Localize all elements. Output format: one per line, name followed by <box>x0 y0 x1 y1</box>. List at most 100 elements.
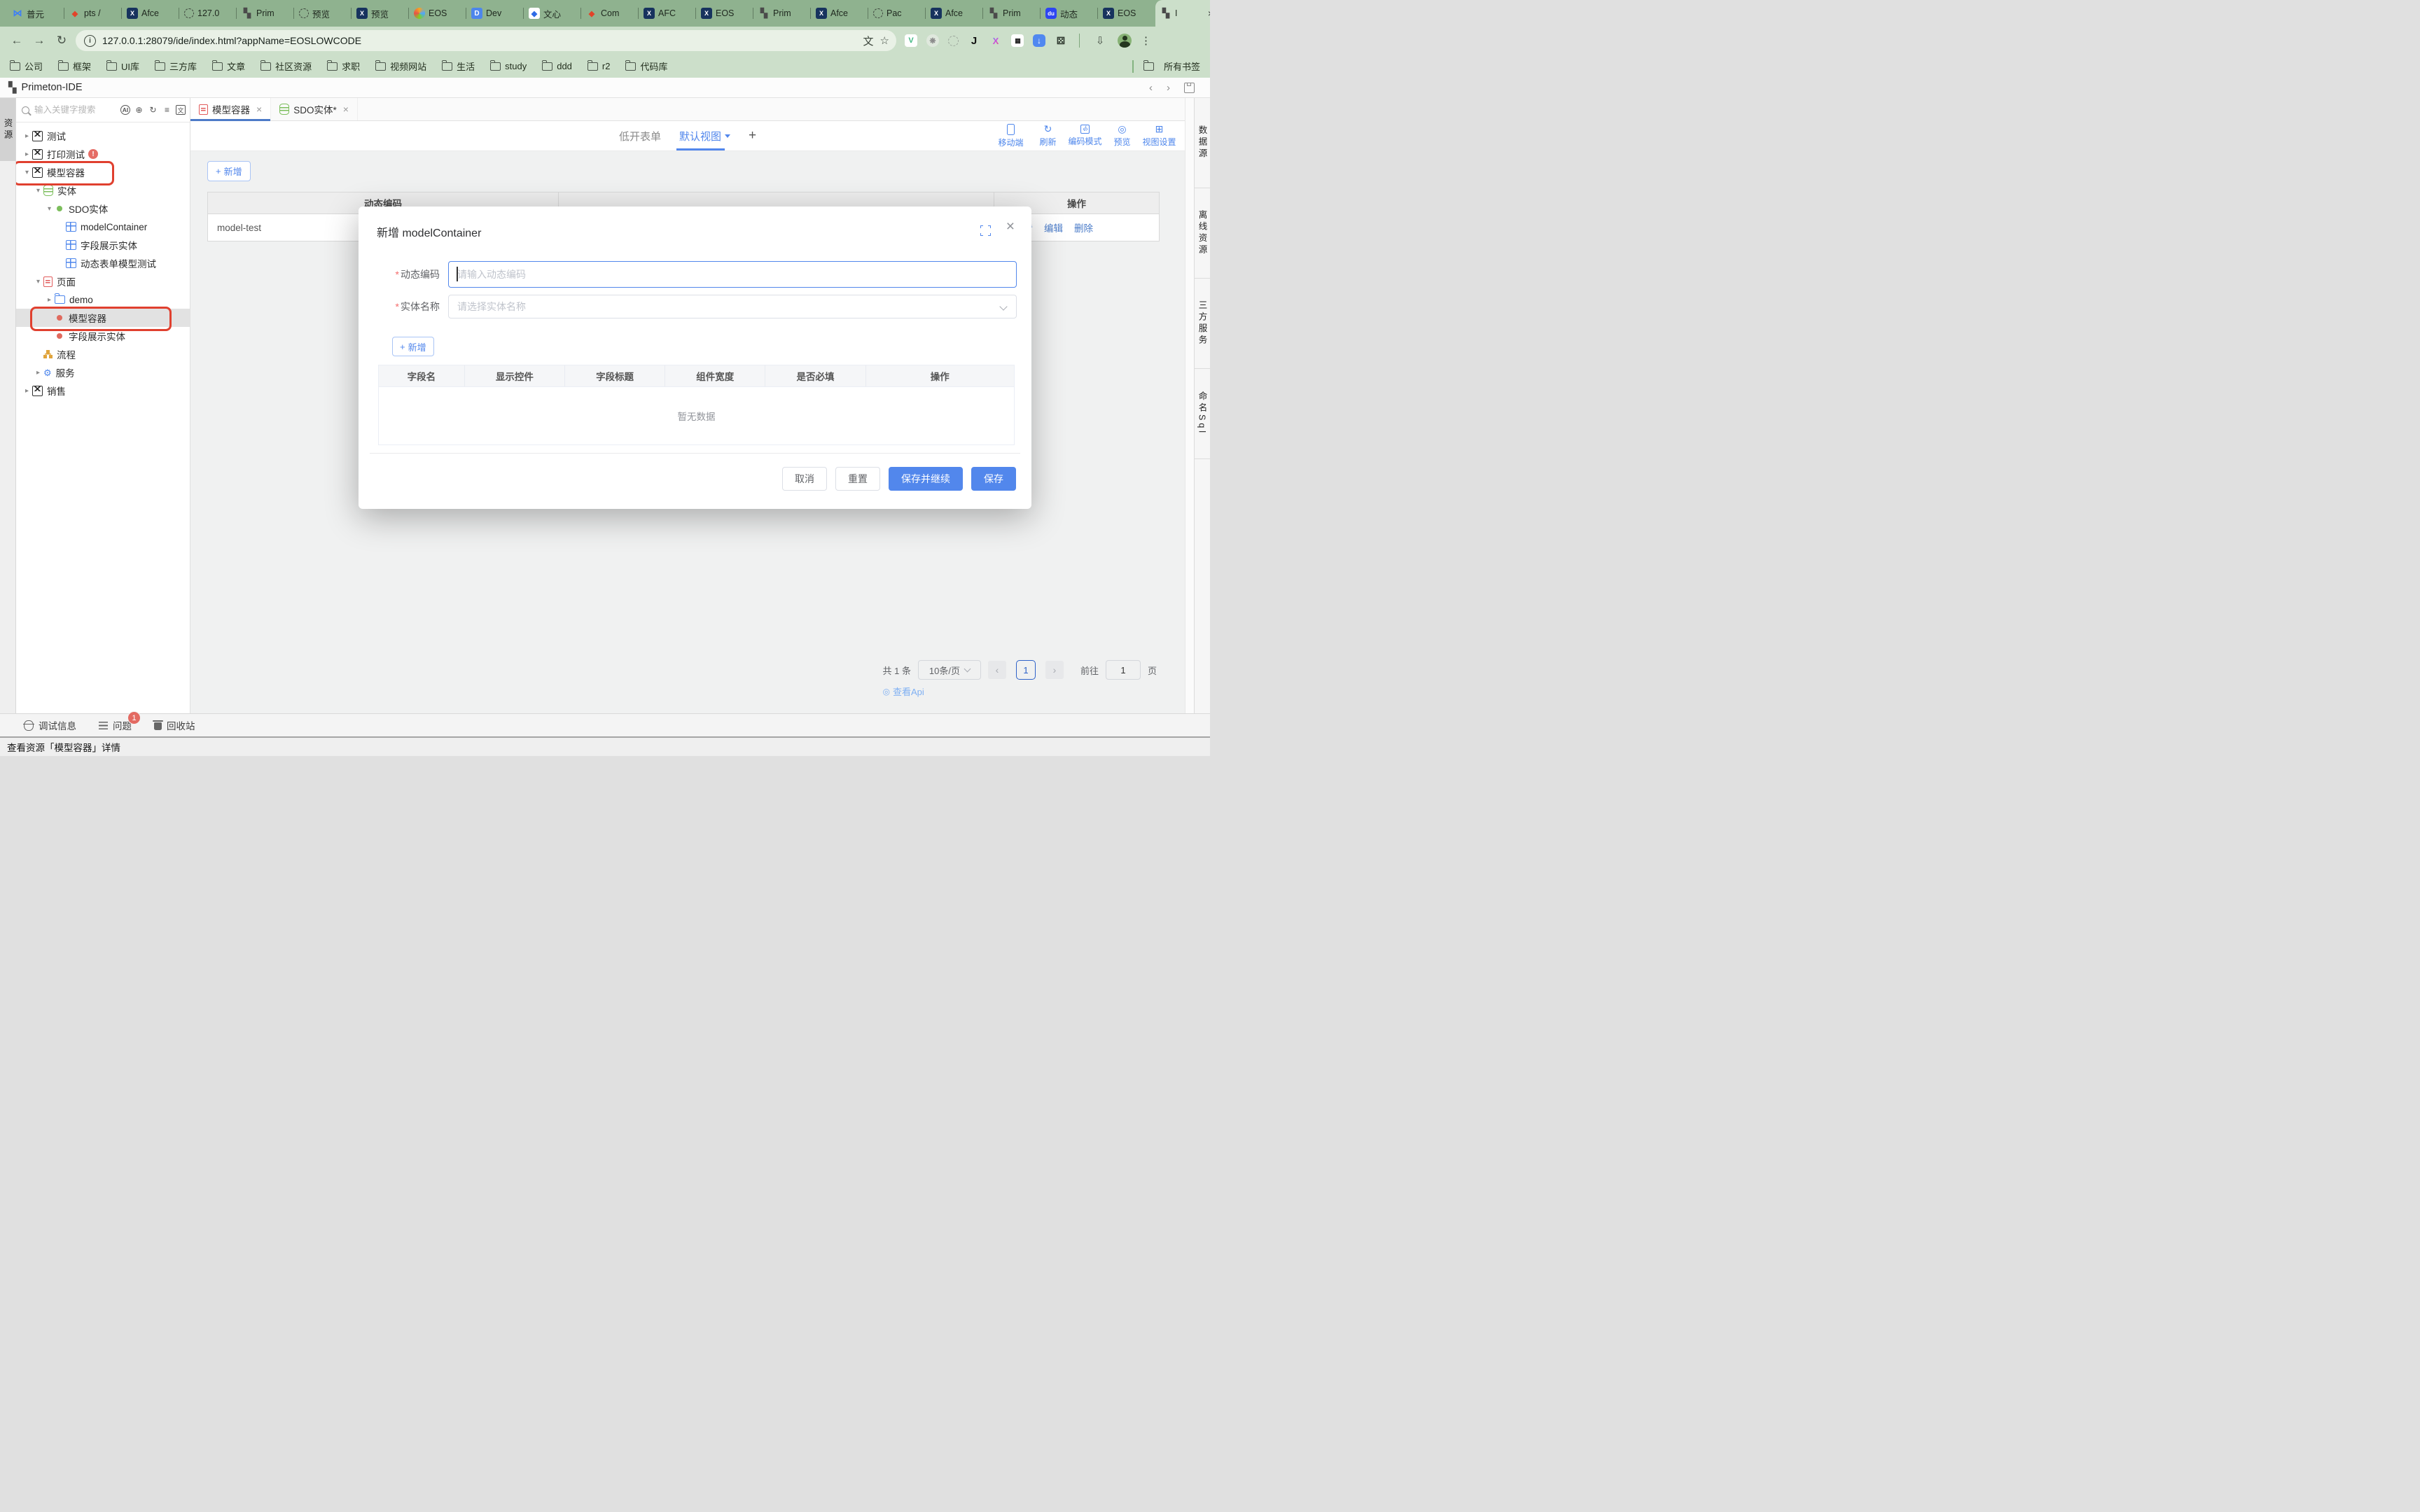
bookmark-item[interactable]: 代码库 <box>625 59 667 73</box>
editor-tab-model-container[interactable]: 模型容器 × <box>190 98 271 120</box>
tree-item[interactable]: ▸测试 <box>16 127 190 145</box>
fullscreen-icon[interactable] <box>980 225 991 236</box>
tree-item[interactable]: ▸⚙服务 <box>16 363 190 382</box>
tree-item[interactable]: ▸打印测试! <box>16 145 190 163</box>
right-rail-tab[interactable]: 离线资源 <box>1195 188 1210 279</box>
editor-tab-sdo-entity[interactable]: SDO实体* × <box>271 98 358 120</box>
bookmark-item[interactable]: 视频网站 <box>375 59 426 73</box>
prev-page-button[interactable]: ‹ <box>988 661 1006 679</box>
tree-item[interactable]: ▾页面 <box>16 272 190 290</box>
bottombar-debug[interactable]: 调试信息 <box>24 718 76 732</box>
add-record-button[interactable]: + 新增 <box>207 161 251 181</box>
bottombar-list[interactable]: 问题1 <box>99 718 132 732</box>
tab-default-view[interactable]: 默认视图 <box>679 121 730 150</box>
goto-page-input[interactable] <box>1106 660 1141 680</box>
tree-item[interactable]: 动态表单模型测试 <box>16 254 190 272</box>
toolbar-action[interactable]: ◎预览 <box>1104 124 1141 148</box>
url-text[interactable]: 127.0.0.1:28079/ide/index.html?appName=E… <box>102 35 857 46</box>
ai-icon[interactable]: AI <box>120 105 130 115</box>
tree-item[interactable]: ▸销售 <box>16 382 190 400</box>
browser-tab[interactable]: XEOS <box>696 0 753 27</box>
bookmark-item[interactable]: 三方库 <box>155 59 197 73</box>
right-rail-tab[interactable]: 数据源 <box>1195 98 1210 188</box>
tree-item[interactable]: 模型容器 <box>16 309 190 327</box>
add-field-button[interactable]: + 新增 <box>392 337 434 356</box>
downloader-extension-icon[interactable]: ↓ <box>1033 34 1045 47</box>
browser-tab[interactable]: DDev <box>466 0 524 27</box>
site-info-icon[interactable]: i <box>84 35 96 47</box>
browser-tab[interactable]: XAfce <box>122 0 179 27</box>
bookmark-item[interactable]: 公司 <box>10 59 43 73</box>
bookmark-item[interactable]: UI库 <box>106 59 139 73</box>
bookmark-star-icon[interactable]: ☆ <box>880 34 889 47</box>
browser-tab[interactable]: XAfce <box>811 0 868 27</box>
refresh-icon[interactable]: ↻ <box>148 105 158 115</box>
save-button[interactable]: 保存 <box>971 467 1016 491</box>
reset-button[interactable]: 重置 <box>835 467 880 491</box>
bookmark-item[interactable]: r2 <box>587 61 611 71</box>
browser-tab[interactable]: ◆Com <box>581 0 639 27</box>
save-and-continue-button[interactable]: 保存并继续 <box>889 467 963 491</box>
row-action-link[interactable]: 编辑 <box>1044 220 1063 234</box>
browser-tab[interactable]: ◆文心 <box>524 0 581 27</box>
bookmark-item[interactable]: 文章 <box>212 59 245 73</box>
radar-extension-icon[interactable] <box>948 36 959 46</box>
view-api-link[interactable]: 查看Api <box>883 685 1157 698</box>
sort-icon[interactable]: ≡ <box>162 105 172 115</box>
search-input[interactable] <box>33 104 117 115</box>
browser-tab[interactable]: Pac <box>868 0 926 27</box>
j-extension-icon[interactable]: J <box>968 34 980 47</box>
bookmark-item[interactable]: 求职 <box>327 59 360 73</box>
forward-icon[interactable]: → <box>31 34 48 48</box>
reload-icon[interactable]: ↻ <box>53 34 70 48</box>
bottombar-trash[interactable]: 回收站 <box>154 718 195 732</box>
save-icon[interactable] <box>1184 83 1195 93</box>
browser-tab[interactable]: EOS <box>409 0 466 27</box>
extensions-puzzle-icon[interactable]: ⚄ <box>1055 34 1067 47</box>
downloads-icon[interactable]: ⇩ <box>1092 34 1108 47</box>
browser-tab[interactable]: ⋈普元 <box>7 0 64 27</box>
history-back-icon[interactable]: ‹ <box>1149 82 1153 94</box>
next-page-button[interactable]: › <box>1045 661 1064 679</box>
add-view-button[interactable]: + <box>749 128 756 144</box>
cancel-button[interactable]: 取消 <box>782 467 827 491</box>
toolbar-action[interactable]: 移动端 <box>992 124 1029 148</box>
close-icon[interactable]: × <box>1006 218 1015 235</box>
toolbar-action[interactable]: ↻刷新 <box>1029 124 1066 148</box>
browser-tab[interactable]: du动态 <box>1041 0 1098 27</box>
toolbar-action[interactable]: ‹/›编码模式 <box>1066 125 1104 147</box>
bookmark-item[interactable]: ddd <box>542 61 572 71</box>
bookmark-item[interactable]: 社区资源 <box>260 59 312 73</box>
chevron-right-icon[interactable]: ▸ <box>22 132 32 140</box>
chevron-right-icon[interactable]: ▸ <box>22 150 32 158</box>
x-extension-icon[interactable]: X <box>989 34 1002 47</box>
bookmark-item[interactable]: 生活 <box>442 59 475 73</box>
browser-tab[interactable]: ▚Prim <box>983 0 1041 27</box>
tree-item[interactable]: 流程 <box>16 345 190 363</box>
browser-tab[interactable]: 预览 <box>294 0 352 27</box>
browser-tab[interactable]: XAfce <box>926 0 983 27</box>
close-icon[interactable]: × <box>256 104 262 115</box>
tree-item[interactable]: 字段展示实体 <box>16 236 190 254</box>
tree-item[interactable]: 字段展示实体 <box>16 327 190 345</box>
bookmark-item[interactable]: study <box>490 61 527 71</box>
react-extension-icon[interactable]: ❋ <box>926 34 939 47</box>
qr-extension-icon[interactable]: ▦ <box>1011 34 1024 47</box>
chevron-right-icon[interactable]: ▸ <box>33 369 43 377</box>
all-bookmarks[interactable]: 所有书签 <box>1132 59 1200 73</box>
tree-item[interactable]: ▾实体 <box>16 181 190 200</box>
address-bar[interactable]: i 127.0.0.1:28079/ide/index.html?appName… <box>76 30 896 51</box>
rail-tab-resources[interactable]: 资源 <box>0 98 15 161</box>
tree-item[interactable]: modelContainer <box>16 218 190 236</box>
row-action-link[interactable]: 删除 <box>1074 220 1093 234</box>
translate-icon[interactable]: 文 <box>176 105 186 115</box>
browser-tab[interactable]: ◆pts / <box>64 0 122 27</box>
add-resource-icon[interactable]: ⊕ <box>134 105 144 115</box>
translate-icon[interactable]: 文 <box>863 34 874 48</box>
close-icon[interactable]: × <box>343 104 349 115</box>
chevron-right-icon[interactable]: ▸ <box>22 387 32 395</box>
vue-extension-icon[interactable]: V <box>905 34 917 47</box>
current-page-button[interactable]: 1 <box>1016 660 1036 680</box>
browser-tab[interactable]: ▚I× <box>1155 0 1210 27</box>
entity-name-select[interactable]: 请选择实体名称 <box>448 295 1017 318</box>
